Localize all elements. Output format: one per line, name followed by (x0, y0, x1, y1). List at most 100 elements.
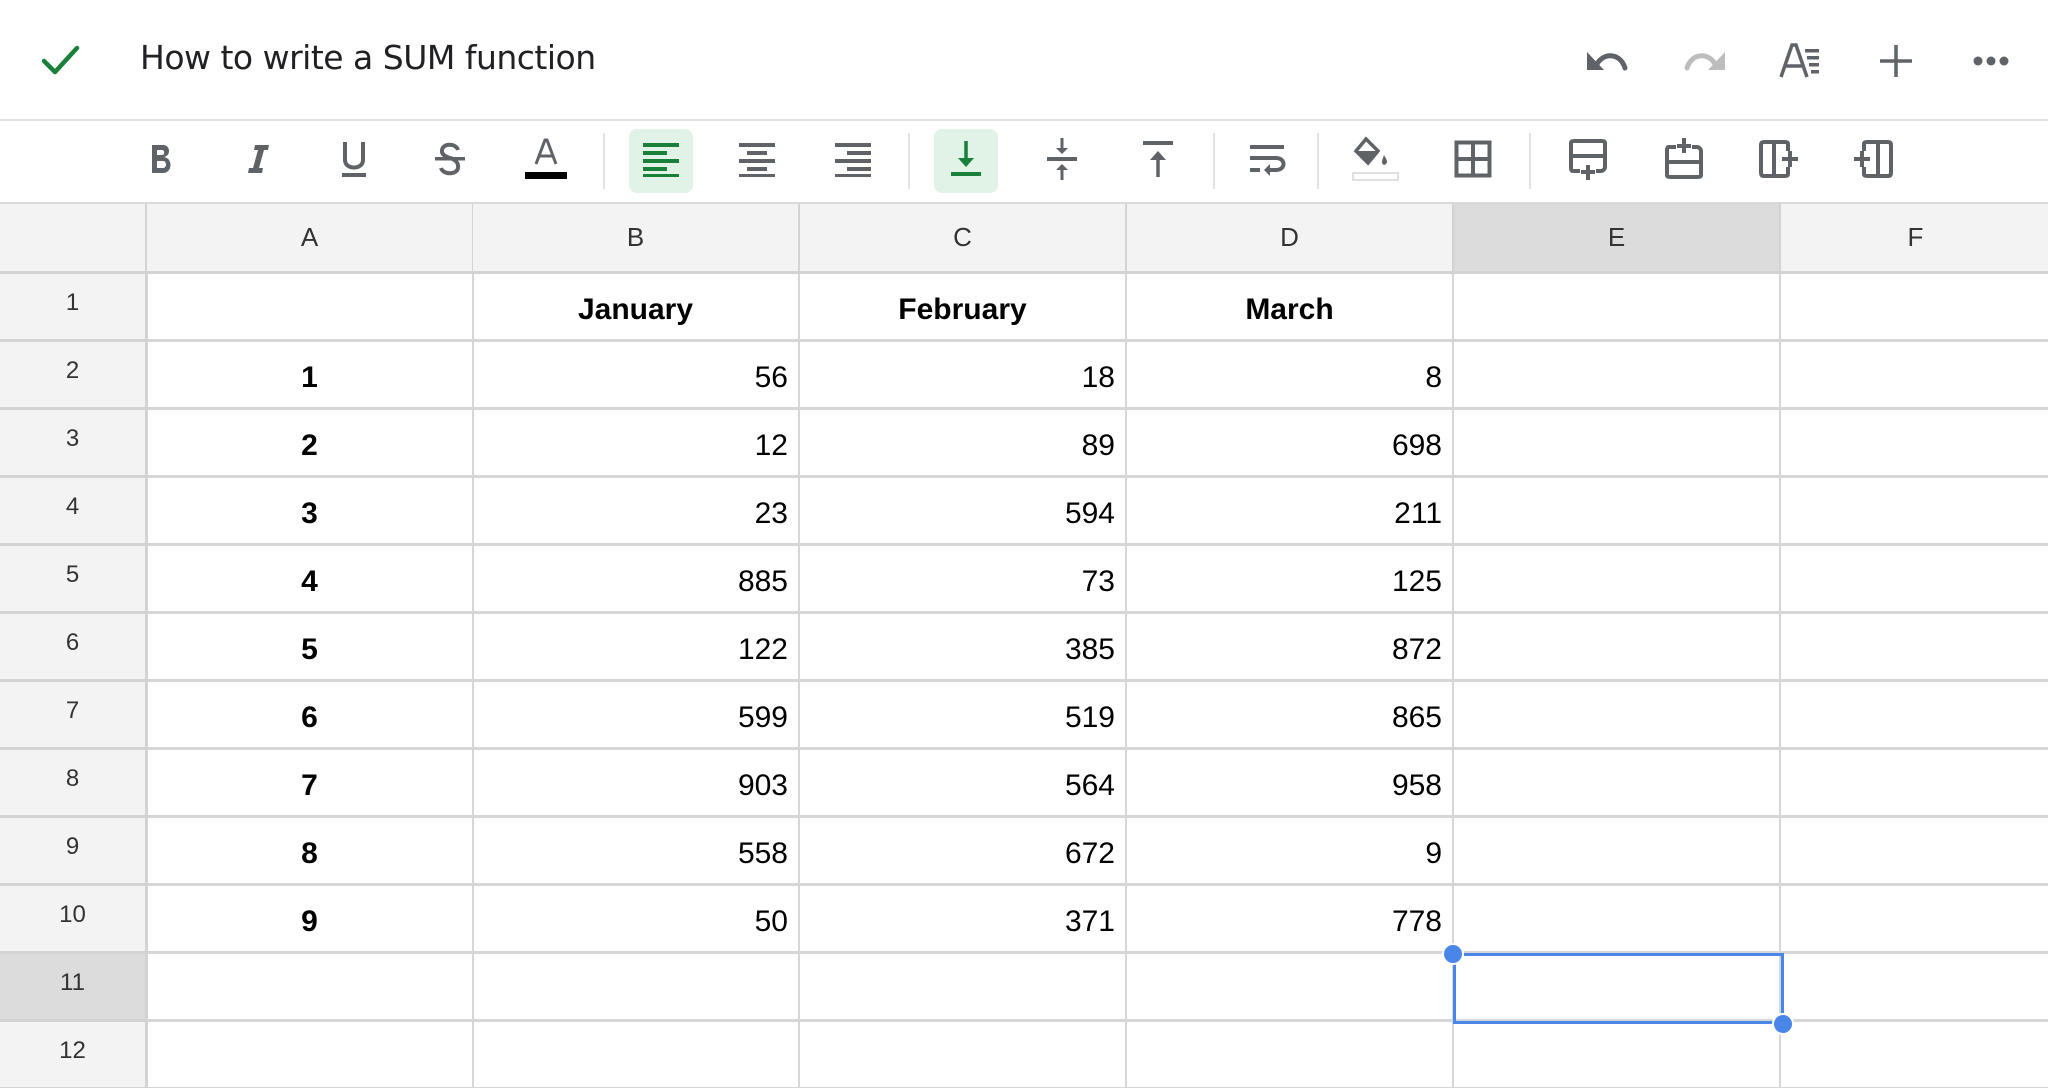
cell-f9[interactable] (1781, 818, 2048, 886)
cell-b12[interactable] (473, 1022, 800, 1088)
row-header-1[interactable]: 1 (0, 274, 148, 342)
cell-c5[interactable]: 73 (800, 546, 1127, 614)
column-header-c[interactable]: C (800, 202, 1127, 274)
cell-a5[interactable]: 4 (147, 546, 474, 614)
cell-e6[interactable] (1454, 614, 1781, 682)
row-header-5[interactable]: 5 (0, 546, 148, 614)
cell-a4[interactable]: 3 (147, 478, 474, 546)
column-header-f[interactable]: F (1781, 202, 2048, 274)
underline-button[interactable] (322, 129, 386, 193)
cell-e12[interactable] (1454, 1022, 1781, 1088)
row-header-12[interactable]: 12 (0, 1022, 148, 1088)
cell-b10[interactable]: 50 (473, 886, 800, 954)
cell-c10[interactable]: 371 (800, 886, 1127, 954)
cell-b6[interactable]: 122 (473, 614, 800, 682)
cell-f7[interactable] (1781, 682, 2048, 750)
italic-button[interactable] (226, 129, 290, 193)
select-all-corner[interactable] (0, 202, 148, 274)
column-header-d[interactable]: D (1127, 202, 1454, 274)
fill-color-button[interactable] (1344, 129, 1408, 193)
text-color-button[interactable] (514, 129, 578, 193)
undo-icon[interactable] (1582, 36, 1632, 86)
cell-d9[interactable]: 9 (1127, 818, 1454, 886)
cell-f11[interactable] (1781, 954, 2048, 1022)
plus-icon[interactable] (1871, 36, 1921, 86)
cell-d8[interactable]: 958 (1127, 750, 1454, 818)
cell-e2[interactable] (1454, 342, 1781, 410)
cell-a3[interactable]: 2 (147, 410, 474, 478)
cell-d5[interactable]: 125 (1127, 546, 1454, 614)
cell-c12[interactable] (800, 1022, 1127, 1088)
row-header-8[interactable]: 8 (0, 750, 148, 818)
cell-d1[interactable]: March (1127, 274, 1454, 342)
row-header-6[interactable]: 6 (0, 614, 148, 682)
column-header-e[interactable]: E (1454, 202, 1781, 274)
cell-a9[interactable]: 8 (147, 818, 474, 886)
cell-e10[interactable] (1454, 886, 1781, 954)
redo-icon[interactable] (1680, 36, 1730, 86)
cell-e4[interactable] (1454, 478, 1781, 546)
cell-e8[interactable] (1454, 750, 1781, 818)
cell-d2[interactable]: 8 (1127, 342, 1454, 410)
cell-d12[interactable] (1127, 1022, 1454, 1088)
cell-f12[interactable] (1781, 1022, 2048, 1088)
selection-handle-bottom-right[interactable] (1772, 1013, 1794, 1035)
cell-f10[interactable] (1781, 886, 2048, 954)
cell-c1[interactable]: February (800, 274, 1127, 342)
bold-button[interactable] (130, 129, 194, 193)
cell-d11[interactable] (1127, 954, 1454, 1022)
cell-a1[interactable] (147, 274, 474, 342)
cell-b11[interactable] (473, 954, 800, 1022)
cell-e9[interactable] (1454, 818, 1781, 886)
cell-e5[interactable] (1454, 546, 1781, 614)
cell-e1[interactable] (1454, 274, 1781, 342)
cell-a11[interactable] (147, 954, 474, 1022)
cell-f2[interactable] (1781, 342, 2048, 410)
valign-bottom-button[interactable] (934, 129, 998, 193)
cell-a2[interactable]: 1 (147, 342, 474, 410)
cell-c3[interactable]: 89 (800, 410, 1127, 478)
cell-c7[interactable]: 519 (800, 682, 1127, 750)
cell-d3[interactable]: 698 (1127, 410, 1454, 478)
cell-f8[interactable] (1781, 750, 2048, 818)
borders-button[interactable] (1441, 129, 1505, 193)
cell-c9[interactable]: 672 (800, 818, 1127, 886)
cell-f5[interactable] (1781, 546, 2048, 614)
cell-f1[interactable] (1781, 274, 2048, 342)
cell-f3[interactable] (1781, 410, 2048, 478)
spreadsheet-grid[interactable]: A B C D E F 1 January February March 2 1 56 18 8 3 2 12 89… (0, 202, 2048, 1088)
selection-handle-top-left[interactable] (1442, 943, 1464, 965)
cell-c6[interactable]: 385 (800, 614, 1127, 682)
more-icon[interactable] (1966, 36, 2016, 86)
text-format-icon[interactable] (1776, 36, 1826, 86)
column-header-b[interactable]: B (473, 202, 800, 274)
cell-c8[interactable]: 564 (800, 750, 1127, 818)
cell-b2[interactable]: 56 (473, 342, 800, 410)
align-left-button[interactable] (629, 129, 693, 193)
cell-d10[interactable]: 778 (1127, 886, 1454, 954)
strikethrough-button[interactable] (418, 129, 482, 193)
row-header-2[interactable]: 2 (0, 342, 148, 410)
cell-c11[interactable] (800, 954, 1127, 1022)
cell-b3[interactable]: 12 (473, 410, 800, 478)
row-header-10[interactable]: 10 (0, 886, 148, 954)
row-header-11[interactable]: 11 (0, 954, 148, 1022)
cell-b5[interactable]: 885 (473, 546, 800, 614)
cell-c4[interactable]: 594 (800, 478, 1127, 546)
row-header-7[interactable]: 7 (0, 682, 148, 750)
cell-b8[interactable]: 903 (473, 750, 800, 818)
cell-f6[interactable] (1781, 614, 2048, 682)
cell-b9[interactable]: 558 (473, 818, 800, 886)
insert-row-above-button[interactable] (1652, 129, 1716, 193)
insert-column-left-button[interactable] (1840, 129, 1904, 193)
cell-a10[interactable]: 9 (147, 886, 474, 954)
cell-a8[interactable]: 7 (147, 750, 474, 818)
cell-e11[interactable] (1454, 954, 1781, 1022)
row-header-3[interactable]: 3 (0, 410, 148, 478)
wrap-text-button[interactable] (1236, 129, 1300, 193)
cell-e7[interactable] (1454, 682, 1781, 750)
insert-column-right-button[interactable] (1748, 129, 1812, 193)
cell-e3[interactable] (1454, 410, 1781, 478)
cell-f4[interactable] (1781, 478, 2048, 546)
check-icon[interactable] (40, 42, 82, 78)
